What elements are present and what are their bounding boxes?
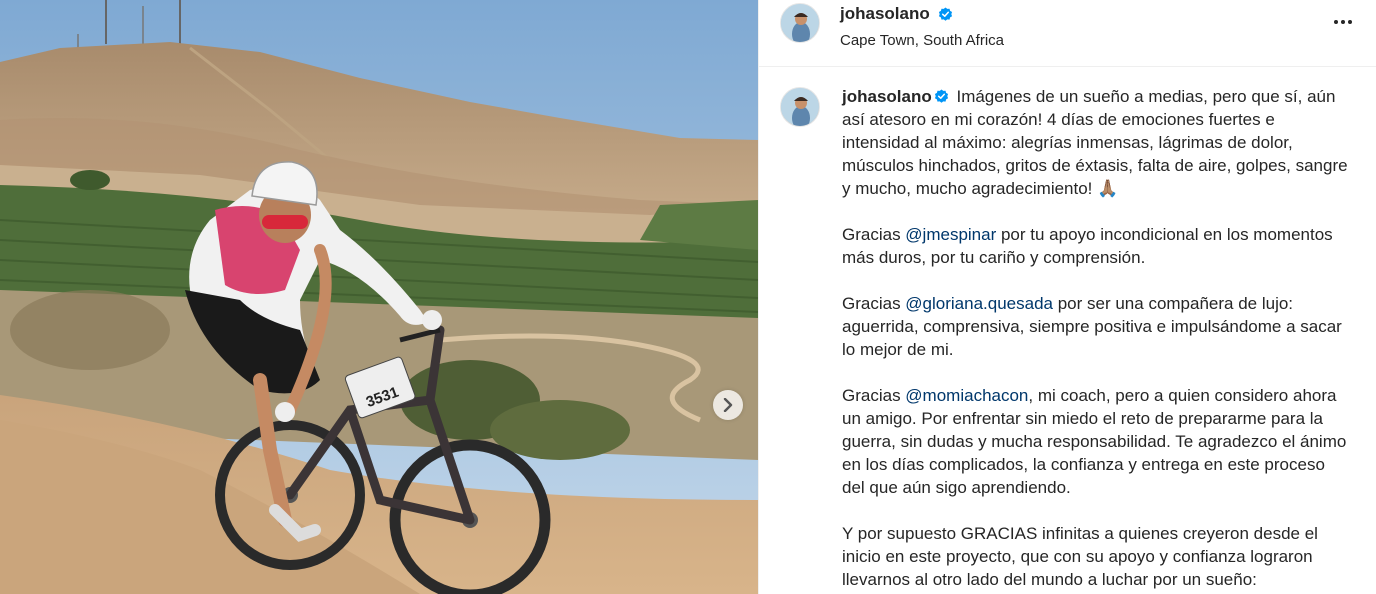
mention-link[interactable]: @momiachacon: [905, 386, 1028, 405]
more-options-button[interactable]: [1330, 12, 1356, 32]
verified-badge-icon: [938, 6, 952, 21]
post-location[interactable]: Cape Town, South Africa: [840, 32, 1004, 49]
post-header: johasolano Cape Town, South Africa: [759, 0, 1376, 67]
caption-username[interactable]: johasolano: [842, 87, 932, 106]
caption-paragraph-3: Gracias @gloriana.quesada por ser una co…: [842, 294, 1342, 359]
post-media-photo[interactable]: 3531: [0, 0, 758, 594]
caption-paragraph-2: Gracias @jmespinar por tu apoyo incondic…: [842, 225, 1333, 267]
author-avatar[interactable]: [780, 3, 820, 43]
caption-paragraph-1: johasolano Imágenes de un sueño a medias…: [842, 85, 1352, 200]
next-image-button[interactable]: [713, 390, 743, 420]
mountain-bike-photo: 3531: [0, 0, 758, 594]
caption-paragraph-4: Gracias @momiachacon, mi coach, pero a q…: [842, 386, 1347, 497]
more-options-icon: [1334, 20, 1338, 24]
caption-paragraph-5: Y por supuesto GRACIAS infinitas a quien…: [842, 524, 1318, 589]
avatar-image: [781, 4, 819, 42]
header-text: johasolano Cape Town, South Africa: [840, 4, 1004, 49]
post-caption: johasolano Imágenes de un sueño a medias…: [842, 85, 1352, 594]
caption-author-avatar[interactable]: [780, 87, 820, 127]
mention-link[interactable]: @jmespinar: [905, 225, 996, 244]
author-username[interactable]: johasolano: [840, 4, 930, 24]
mention-link[interactable]: @gloriana.quesada: [905, 294, 1053, 313]
avatar-image: [781, 88, 819, 126]
verified-badge-icon: [934, 89, 948, 103]
caption-area: johasolano Imágenes de un sueño a medias…: [759, 68, 1376, 594]
post-side-panel: johasolano Cape Town, South Africa johas…: [758, 0, 1376, 594]
chevron-right-icon: [723, 398, 733, 412]
